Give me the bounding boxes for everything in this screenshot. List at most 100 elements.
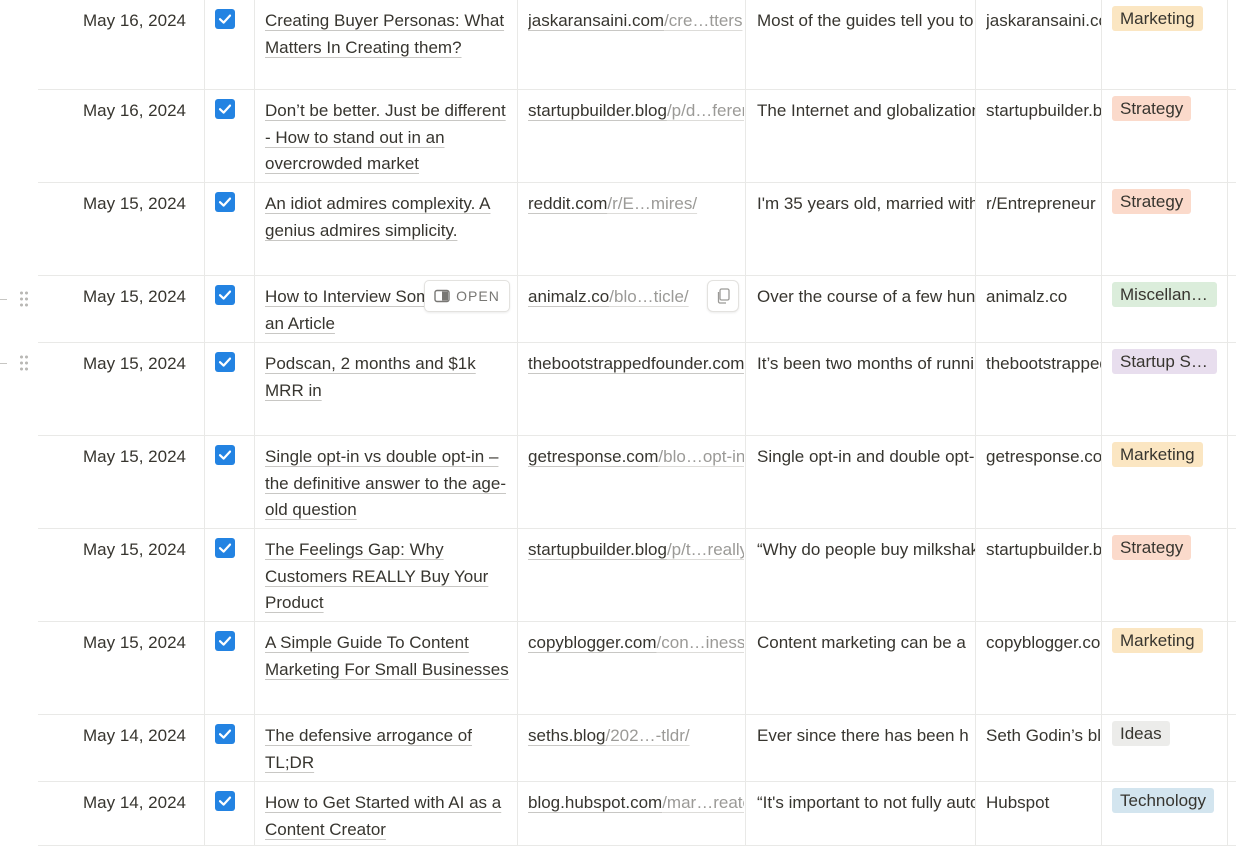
url-path[interactable]: /mar…reator bbox=[662, 793, 744, 812]
summary-cell[interactable]: I'm 35 years old, married with bbox=[757, 191, 975, 218]
source-cell[interactable]: thebootstrappedfounder.com bbox=[986, 351, 1101, 378]
category-tag[interactable]: Strategy bbox=[1112, 189, 1192, 214]
done-checkbox[interactable] bbox=[215, 791, 235, 811]
date-cell[interactable]: May 15, 2024 bbox=[38, 630, 186, 657]
summary-cell[interactable]: Most of the guides tell you to bbox=[757, 8, 975, 35]
url-path[interactable]: /cre…tters bbox=[664, 11, 742, 30]
title-cell[interactable]: A Simple Guide To Content Marketing For … bbox=[265, 630, 509, 683]
source-cell[interactable]: copyblogger.com bbox=[986, 630, 1101, 657]
title-cell[interactable]: Single opt-in vs double opt-in – the def… bbox=[265, 444, 509, 524]
done-checkbox[interactable] bbox=[215, 724, 235, 744]
done-checkbox[interactable] bbox=[215, 285, 235, 305]
title-link[interactable]: The Feelings Gap: Why Customers REALLY B… bbox=[265, 540, 488, 612]
category-tag[interactable]: Startup Stories bbox=[1112, 349, 1217, 374]
done-checkbox[interactable] bbox=[215, 538, 235, 558]
date-cell[interactable]: May 15, 2024 bbox=[38, 537, 186, 564]
title-link[interactable]: How to Get Started with AI as a Content … bbox=[265, 793, 501, 839]
title-cell[interactable]: The defensive arrogance of TL;DR bbox=[265, 723, 509, 776]
source-cell[interactable]: r/Entrepreneur bbox=[986, 191, 1101, 218]
url-path[interactable]: /blo…opt-in bbox=[658, 447, 744, 466]
url-cell[interactable]: blog.hubspot.com/mar…reator bbox=[528, 790, 744, 817]
summary-cell[interactable]: Single opt-in and double opt-in bbox=[757, 444, 975, 471]
title-link[interactable]: Single opt-in vs double opt-in – the def… bbox=[265, 447, 506, 519]
url-cell[interactable]: startupbuilder.blog/p/d…ferent bbox=[528, 98, 744, 125]
done-checkbox[interactable] bbox=[215, 99, 235, 119]
title-cell[interactable]: How to Get Started with AI as a Content … bbox=[265, 790, 509, 843]
summary-cell[interactable]: Over the course of a few hundred bbox=[757, 284, 975, 311]
url-cell[interactable]: seths.blog/202…-tldr/ bbox=[528, 723, 744, 750]
done-checkbox[interactable] bbox=[215, 352, 235, 372]
summary-cell[interactable]: It’s been two months of running bbox=[757, 351, 975, 378]
url-domain[interactable]: getresponse.com bbox=[528, 447, 658, 466]
url-domain[interactable]: blog.hubspot.com bbox=[528, 793, 662, 812]
url-domain[interactable]: startupbuilder.blog bbox=[528, 101, 667, 120]
date-cell[interactable]: May 16, 2024 bbox=[38, 98, 186, 125]
title-link[interactable]: The defensive arrogance of TL;DR bbox=[265, 726, 472, 772]
title-cell[interactable]: Creating Buyer Personas: What Matters In… bbox=[265, 8, 509, 61]
summary-cell[interactable]: The Internet and globalization bbox=[757, 98, 975, 125]
summary-cell[interactable]: Ever since there has been h bbox=[757, 723, 975, 750]
title-cell[interactable]: Don’t be better. Just be different - How… bbox=[265, 98, 509, 178]
source-cell[interactable]: getresponse.com bbox=[986, 444, 1101, 471]
title-link[interactable]: Podscan, 2 months and $1k MRR in bbox=[265, 354, 476, 400]
url-domain[interactable]: thebootstrappedfounder.com bbox=[528, 354, 744, 373]
title-link[interactable]: A Simple Guide To Content Marketing For … bbox=[265, 633, 509, 679]
url-domain[interactable]: seths.blog bbox=[528, 726, 606, 745]
copy-url-button[interactable] bbox=[707, 280, 739, 312]
date-cell[interactable]: May 16, 2024 bbox=[38, 8, 186, 35]
url-path[interactable]: /con…inesses bbox=[657, 633, 744, 652]
url-domain[interactable]: startupbuilder.blog bbox=[528, 540, 667, 559]
date-cell[interactable]: May 14, 2024 bbox=[38, 790, 186, 817]
date-cell[interactable]: May 15, 2024 bbox=[38, 191, 186, 218]
done-checkbox[interactable] bbox=[215, 192, 235, 212]
source-cell[interactable]: startupbuilder.blog bbox=[986, 98, 1101, 125]
summary-cell[interactable]: Content marketing can be a bbox=[757, 630, 975, 657]
date-cell[interactable]: May 15, 2024 bbox=[38, 284, 186, 311]
title-cell[interactable]: Podscan, 2 months and $1k MRR in bbox=[265, 351, 509, 404]
url-cell[interactable]: copyblogger.com/con…inesses bbox=[528, 630, 744, 657]
date-cell[interactable]: May 15, 2024 bbox=[38, 351, 186, 378]
title-link[interactable]: Don’t be better. Just be different - How… bbox=[265, 101, 506, 173]
url-domain[interactable]: jaskaransaini.com bbox=[528, 11, 664, 30]
source-cell[interactable]: animalz.co bbox=[986, 284, 1101, 311]
url-cell[interactable]: thebootstrappedfounder.com bbox=[528, 351, 744, 378]
url-cell[interactable]: startupbuilder.blog/p/t…really bbox=[528, 537, 744, 564]
url-path[interactable]: /r/E…mires/ bbox=[607, 194, 697, 213]
url-path[interactable]: /p/d…ferent bbox=[667, 101, 744, 120]
category-tag[interactable]: Miscellaneous bbox=[1112, 282, 1217, 307]
date-cell[interactable]: May 14, 2024 bbox=[38, 723, 186, 750]
summary-cell[interactable]: “Why do people buy milkshakes bbox=[757, 537, 975, 564]
category-tag[interactable]: Strategy bbox=[1112, 96, 1192, 121]
done-checkbox[interactable] bbox=[215, 631, 235, 651]
drag-handle-icon[interactable] bbox=[0, 352, 36, 374]
category-tag[interactable]: Ideas bbox=[1112, 721, 1170, 746]
url-path[interactable]: /blo…ticle/ bbox=[609, 287, 688, 306]
title-link[interactable]: An idiot admires complexity. A genius ad… bbox=[265, 194, 491, 240]
category-tag[interactable]: Strategy bbox=[1112, 535, 1192, 560]
title-cell[interactable]: An idiot admires complexity. A genius ad… bbox=[265, 191, 509, 244]
category-tag[interactable]: Technology bbox=[1112, 788, 1215, 813]
url-path[interactable]: /p/t…really bbox=[667, 540, 744, 559]
open-page-button[interactable]: OPEN bbox=[424, 280, 510, 312]
summary-cell[interactable]: “It's important to not fully automate bbox=[757, 790, 975, 817]
source-cell[interactable]: Hubspot bbox=[986, 790, 1101, 817]
url-path[interactable]: /202…-tldr/ bbox=[606, 726, 690, 745]
url-domain[interactable]: reddit.com bbox=[528, 194, 607, 213]
drag-handle-icon[interactable] bbox=[0, 288, 36, 310]
done-checkbox[interactable] bbox=[215, 445, 235, 465]
url-cell[interactable]: getresponse.com/blo…opt-in bbox=[528, 444, 744, 471]
url-domain[interactable]: animalz.co bbox=[528, 287, 609, 306]
done-checkbox[interactable] bbox=[215, 9, 235, 29]
source-cell[interactable]: Seth Godin’s blog bbox=[986, 723, 1101, 750]
category-tag[interactable]: Marketing bbox=[1112, 442, 1203, 467]
title-cell[interactable]: The Feelings Gap: Why Customers REALLY B… bbox=[265, 537, 509, 617]
source-cell[interactable]: jaskaransaini.com bbox=[986, 8, 1101, 35]
url-cell[interactable]: reddit.com/r/E…mires/ bbox=[528, 191, 744, 218]
url-cell[interactable]: jaskaransaini.com/cre…tters bbox=[528, 8, 744, 35]
date-cell[interactable]: May 15, 2024 bbox=[38, 444, 186, 471]
url-domain[interactable]: copyblogger.com bbox=[528, 633, 657, 652]
category-tag[interactable]: Marketing bbox=[1112, 6, 1203, 31]
title-link[interactable]: Creating Buyer Personas: What Matters In… bbox=[265, 11, 504, 57]
source-cell[interactable]: startupbuilder.blog bbox=[986, 537, 1101, 564]
category-tag[interactable]: Marketing bbox=[1112, 628, 1203, 653]
